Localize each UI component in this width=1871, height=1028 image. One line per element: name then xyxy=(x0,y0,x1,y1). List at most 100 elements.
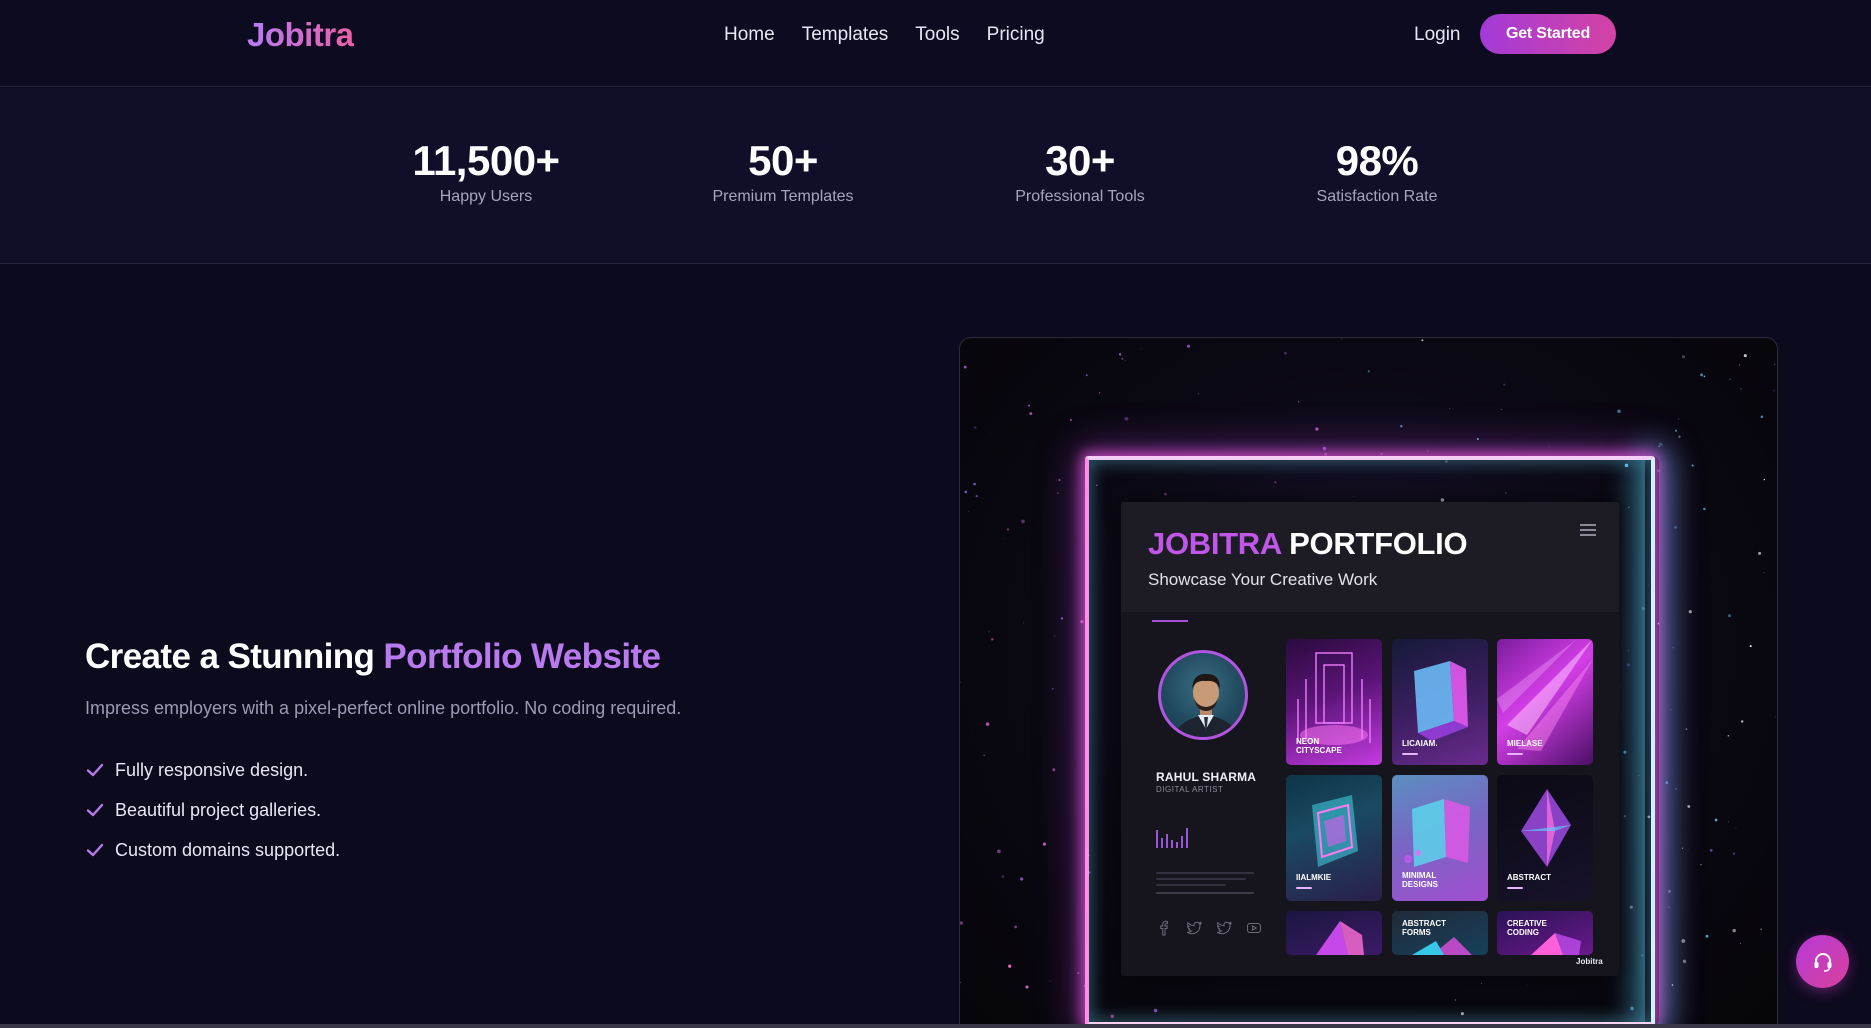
gallery-tile-creative-coding: CREATIVE CODING xyxy=(1497,911,1593,955)
particle xyxy=(1121,357,1124,360)
particle xyxy=(1658,445,1660,448)
particle xyxy=(971,729,973,731)
twitter-icon xyxy=(1216,921,1232,935)
headset-icon xyxy=(1814,952,1831,972)
mockup-title: JOBITRA PORTFOLIO xyxy=(1148,526,1468,562)
stat-value: 50+ xyxy=(748,137,818,184)
particle xyxy=(1029,412,1033,416)
particle xyxy=(1774,363,1776,365)
hero-title: Create a Stunning Portfolio Website xyxy=(85,637,661,677)
tile-label: ABSTRACT xyxy=(1507,873,1551,882)
page: Jobitra Home Templates Tools Pricing Log… xyxy=(0,0,1871,1028)
particle xyxy=(1057,492,1059,494)
particle xyxy=(964,490,968,494)
particle xyxy=(963,365,967,369)
particle xyxy=(1503,383,1506,386)
particle xyxy=(1729,378,1731,380)
particle xyxy=(1058,479,1061,481)
tile-label: CREATIVE CODING xyxy=(1507,919,1547,938)
particle xyxy=(1322,446,1327,451)
particle xyxy=(1727,821,1730,823)
particle xyxy=(1098,391,1101,394)
particle xyxy=(1124,360,1126,362)
particle xyxy=(1042,842,1047,846)
particle xyxy=(1738,364,1740,366)
particle xyxy=(1678,435,1681,438)
particle xyxy=(1670,709,1672,711)
particle xyxy=(1028,404,1031,407)
bar-chart-icon xyxy=(1156,828,1188,848)
nav-link-tools[interactable]: Tools xyxy=(915,24,959,46)
particle xyxy=(1735,827,1737,829)
particle xyxy=(1677,418,1680,420)
particle xyxy=(960,681,961,683)
particle xyxy=(1682,959,1687,964)
particle xyxy=(1714,818,1718,822)
particle xyxy=(1687,805,1691,808)
particle xyxy=(1763,571,1765,574)
stat-premium-templates: 50+ Premium Templates xyxy=(663,140,903,206)
twitter-icon xyxy=(1186,921,1202,935)
particle xyxy=(1705,934,1709,938)
particle xyxy=(1688,610,1692,614)
nav-link-home[interactable]: Home xyxy=(724,24,775,46)
particle xyxy=(1023,622,1025,624)
particle xyxy=(1014,925,1017,929)
tile-label: IIALMKIE xyxy=(1296,873,1332,882)
portfolio-showcase-image: JOBITRA PORTFOLIO Showcase Your Creative… xyxy=(959,337,1778,1028)
tile-label: MIELASE xyxy=(1507,739,1543,748)
particle xyxy=(1682,355,1685,359)
particle xyxy=(1700,864,1702,866)
brand-logo[interactable]: Jobitra xyxy=(247,16,354,54)
particle xyxy=(1021,519,1025,524)
particle xyxy=(1668,906,1670,909)
particle xyxy=(1674,526,1677,529)
login-link[interactable]: Login xyxy=(1414,24,1461,46)
particle xyxy=(1732,928,1736,933)
feature-item: Fully responsive design. xyxy=(85,750,340,790)
stats-bar: 11,500+ Happy Users 50+ Premium Template… xyxy=(0,88,1871,264)
tile-underline xyxy=(1296,887,1312,889)
facebook-icon xyxy=(1160,920,1168,936)
particle xyxy=(1080,620,1084,624)
gallery-tile-7 xyxy=(1286,911,1382,955)
nav-link-templates[interactable]: Templates xyxy=(802,24,889,46)
top-navbar: Jobitra Home Templates Tools Pricing Log… xyxy=(0,0,1871,87)
particle xyxy=(1772,389,1775,392)
particle xyxy=(1760,928,1762,930)
particle xyxy=(1400,424,1403,428)
stat-professional-tools: 30+ Professional Tools xyxy=(960,140,1200,206)
particle xyxy=(1685,728,1688,730)
particle xyxy=(1548,445,1550,447)
support-chat-button[interactable] xyxy=(1796,935,1849,988)
hero-subtitle: Impress employers with a pixel-perfect o… xyxy=(85,698,682,718)
feature-list: Fully responsive design. Beautiful proje… xyxy=(85,750,340,870)
particle xyxy=(991,638,994,641)
particle xyxy=(1688,848,1689,850)
check-icon xyxy=(86,803,104,817)
gallery-tile-3: MIELASE xyxy=(1497,639,1593,765)
tile-underline xyxy=(1507,887,1523,889)
stat-label: Satisfaction Rate xyxy=(1316,188,1438,205)
particle xyxy=(1002,538,1004,539)
particle xyxy=(1141,348,1142,350)
particle xyxy=(1380,452,1383,455)
particle xyxy=(1008,964,1012,968)
particle xyxy=(1197,392,1200,395)
particle xyxy=(1665,781,1669,784)
nav-link-pricing[interactable]: Pricing xyxy=(987,24,1045,46)
particle xyxy=(1749,645,1752,648)
particle xyxy=(1681,847,1684,849)
particle xyxy=(988,631,990,633)
particle xyxy=(1658,442,1663,447)
particle xyxy=(1427,450,1429,452)
stat-satisfaction-rate: 98% Satisfaction Rate xyxy=(1257,140,1497,206)
feature-item: Beautiful project galleries. xyxy=(85,790,340,830)
particle xyxy=(1758,551,1762,555)
check-icon xyxy=(86,763,104,777)
feature-text: Custom domains supported. xyxy=(115,839,341,860)
hero-title-prefix: Create a Stunning xyxy=(85,637,384,676)
gallery-tile-abstract-forms: ABSTRACT FORMS xyxy=(1392,911,1488,955)
get-started-button[interactable]: Get Started xyxy=(1480,14,1616,54)
gallery-tile-abstract: ABSTRACT xyxy=(1497,775,1593,901)
